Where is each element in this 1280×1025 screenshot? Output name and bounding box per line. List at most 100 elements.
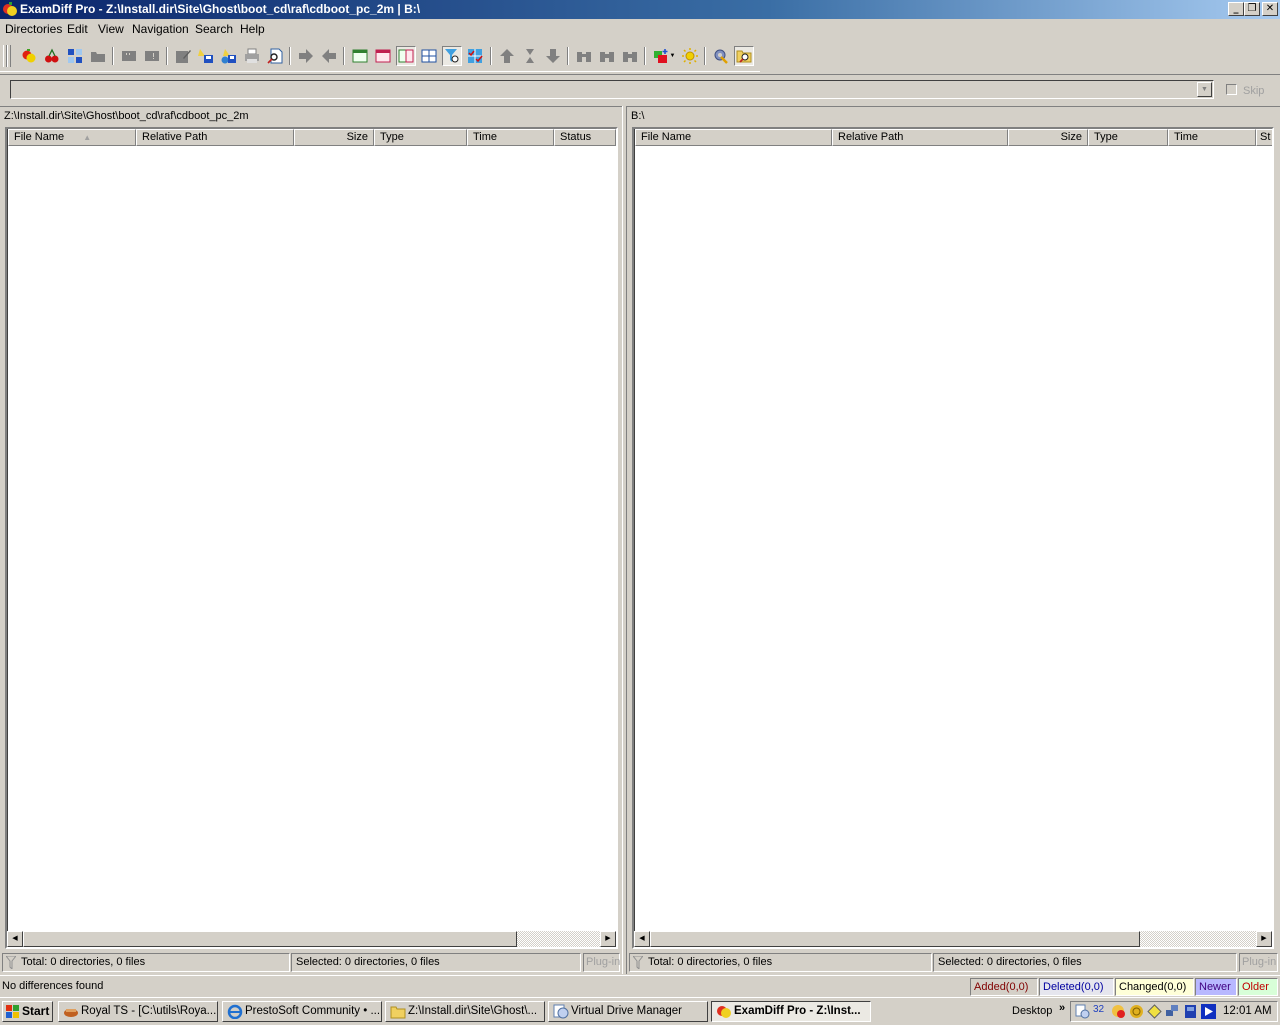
left-col-time[interactable]: Time bbox=[467, 129, 554, 146]
options-button[interactable] bbox=[711, 46, 731, 66]
chevron-icon[interactable]: » bbox=[1059, 1002, 1065, 1014]
disconnected-tray-icon[interactable] bbox=[1111, 1004, 1126, 1019]
filter-dropdown-button[interactable]: ▼ bbox=[1197, 82, 1212, 97]
task-virtual-drive-manager[interactable]: Virtual Drive Manager bbox=[548, 1001, 708, 1022]
left-pane-button[interactable] bbox=[350, 46, 370, 66]
diamond-tray-icon[interactable] bbox=[1147, 1004, 1162, 1019]
left-col-status[interactable]: Status bbox=[554, 129, 616, 146]
left-col-file-name[interactable]: File Name ▲ bbox=[8, 129, 136, 146]
minimize-button[interactable]: _ bbox=[1228, 2, 1244, 16]
close-button[interactable]: ✕ bbox=[1262, 2, 1278, 16]
filter-button[interactable] bbox=[442, 46, 462, 66]
media-play-tray-icon[interactable] bbox=[1201, 1004, 1216, 1019]
left-plugin-button[interactable]: Plug-in bbox=[583, 953, 620, 972]
right-col-relative-path[interactable]: Relative Path bbox=[832, 129, 1008, 146]
menu-help[interactable]: Help bbox=[240, 22, 265, 36]
right-plugin-button[interactable]: Plug-in bbox=[1239, 953, 1278, 972]
comment-button[interactable] bbox=[119, 46, 139, 66]
right-col-status[interactable]: St bbox=[1256, 129, 1272, 146]
scroll-thumb[interactable] bbox=[650, 931, 1140, 947]
skip-checkbox[interactable] bbox=[1226, 84, 1237, 95]
save-button[interactable] bbox=[196, 46, 216, 66]
side-by-side-button[interactable] bbox=[396, 46, 416, 66]
add-plugin-button[interactable]: ▼ bbox=[651, 46, 677, 66]
color-depth-tray-icon[interactable]: 32 bbox=[1093, 1004, 1104, 1015]
swap-panes-button[interactable] bbox=[65, 46, 85, 66]
open-folder-button[interactable] bbox=[88, 46, 108, 66]
checked-grid-button[interactable] bbox=[465, 46, 485, 66]
start-button[interactable]: Start bbox=[2, 1001, 53, 1022]
next-diff-button[interactable] bbox=[543, 46, 563, 66]
task-royal-ts[interactable]: Royal TS - [C:\utils\Roya... bbox=[58, 1001, 218, 1022]
task-examdiff-pro[interactable]: ExamDiff Pro - Z:\Inst... bbox=[711, 1001, 871, 1022]
menu-search[interactable]: Search bbox=[195, 22, 233, 36]
menu-navigation[interactable]: Navigation bbox=[132, 22, 189, 36]
scroll-track[interactable] bbox=[1140, 931, 1256, 947]
save-web-button[interactable] bbox=[219, 46, 239, 66]
scroll-left-button[interactable]: ◀ bbox=[634, 931, 650, 947]
virtual-drive-tray-icon[interactable] bbox=[1075, 1004, 1090, 1019]
chevron-down-icon[interactable]: ▼ bbox=[670, 53, 676, 59]
right-status-selected: Selected: 0 directories, 0 files bbox=[933, 953, 1237, 972]
book-tray-icon[interactable] bbox=[1183, 1004, 1198, 1019]
scroll-thumb[interactable] bbox=[23, 931, 517, 947]
browse-folder-button[interactable] bbox=[734, 46, 754, 66]
filter-icon bbox=[445, 49, 459, 63]
print-preview-button[interactable] bbox=[265, 46, 285, 66]
scroll-left-button[interactable]: ◀ bbox=[7, 931, 23, 947]
left-col-type[interactable]: Type bbox=[374, 129, 467, 146]
legend-newer: Newer bbox=[1195, 978, 1237, 996]
restore-button[interactable]: ❐ bbox=[1244, 2, 1260, 16]
current-diff-button[interactable] bbox=[520, 46, 540, 66]
toolbar-grip[interactable] bbox=[7, 45, 11, 67]
task-explorer-folder[interactable]: Z:\Install.dir\Site\Ghost\... bbox=[385, 1001, 545, 1022]
highlight-button[interactable] bbox=[680, 46, 700, 66]
left-col-relative-path[interactable]: Relative Path bbox=[136, 129, 294, 146]
find-next-button[interactable] bbox=[597, 46, 617, 66]
left-col-size[interactable]: Size bbox=[294, 129, 374, 146]
menu-directories[interactable]: Directories bbox=[5, 22, 62, 36]
menu-view[interactable]: View bbox=[98, 22, 124, 36]
system-tray: 32 12:01 AM bbox=[1070, 1001, 1278, 1022]
scroll-track[interactable] bbox=[517, 931, 600, 947]
right-pane-button[interactable] bbox=[373, 46, 393, 66]
alert-button[interactable] bbox=[142, 46, 162, 66]
menu-edit[interactable]: Edit bbox=[67, 22, 88, 36]
right-col-size[interactable]: Size bbox=[1008, 129, 1088, 146]
copy-right-button[interactable] bbox=[296, 46, 316, 66]
left-file-list[interactable]: File Name ▲ Relative Path Size Type Time… bbox=[5, 127, 618, 949]
edit-button[interactable] bbox=[173, 46, 193, 66]
compare-cherries-icon bbox=[45, 48, 59, 63]
legend-changed: Changed(0,0) bbox=[1115, 978, 1194, 996]
find-button[interactable] bbox=[574, 46, 594, 66]
status-message: No differences found bbox=[2, 980, 104, 992]
filter-combo[interactable]: ▼ bbox=[10, 80, 1214, 99]
compare-button[interactable] bbox=[42, 46, 62, 66]
left-horizontal-scrollbar[interactable]: ◀ ▶ bbox=[7, 931, 616, 947]
prev-diff-button[interactable] bbox=[497, 46, 517, 66]
toolbar-separator bbox=[567, 47, 569, 65]
target-tray-icon[interactable] bbox=[1129, 1004, 1144, 1019]
task-prestosoft-community[interactable]: PrestoSoft Community • ... bbox=[222, 1001, 382, 1022]
open-folder-icon bbox=[91, 52, 105, 62]
right-col-file-name[interactable]: File Name bbox=[635, 129, 832, 146]
toolbar-separator bbox=[343, 47, 345, 65]
network-tray-icon[interactable] bbox=[1165, 1004, 1180, 1019]
right-col-type[interactable]: Type bbox=[1088, 129, 1168, 146]
right-horizontal-scrollbar[interactable]: ◀ ▶ bbox=[634, 931, 1272, 947]
grid-view-button[interactable] bbox=[419, 46, 439, 66]
open-directories-button[interactable] bbox=[19, 46, 39, 66]
title-bar[interactable]: ExamDiff Pro - Z:\Install.dir\Site\Ghost… bbox=[0, 0, 1280, 19]
scroll-right-button[interactable]: ▶ bbox=[1256, 931, 1272, 947]
scroll-right-button[interactable]: ▶ bbox=[600, 931, 616, 947]
print-button[interactable] bbox=[242, 46, 262, 66]
copy-left-button[interactable] bbox=[319, 46, 339, 66]
right-file-list[interactable]: File Name Relative Path Size Type Time S… bbox=[632, 127, 1274, 949]
desktop-toolbar-label[interactable]: Desktop bbox=[1012, 1005, 1052, 1017]
clock[interactable]: 12:01 AM bbox=[1223, 1005, 1272, 1017]
toolbar-separator bbox=[112, 47, 114, 65]
arrow-left-icon: ◀ bbox=[639, 935, 645, 942]
menu-bar: Directories Edit View Navigation Search … bbox=[0, 19, 1280, 39]
find-prev-button[interactable] bbox=[620, 46, 640, 66]
right-col-time[interactable]: Time bbox=[1168, 129, 1256, 146]
